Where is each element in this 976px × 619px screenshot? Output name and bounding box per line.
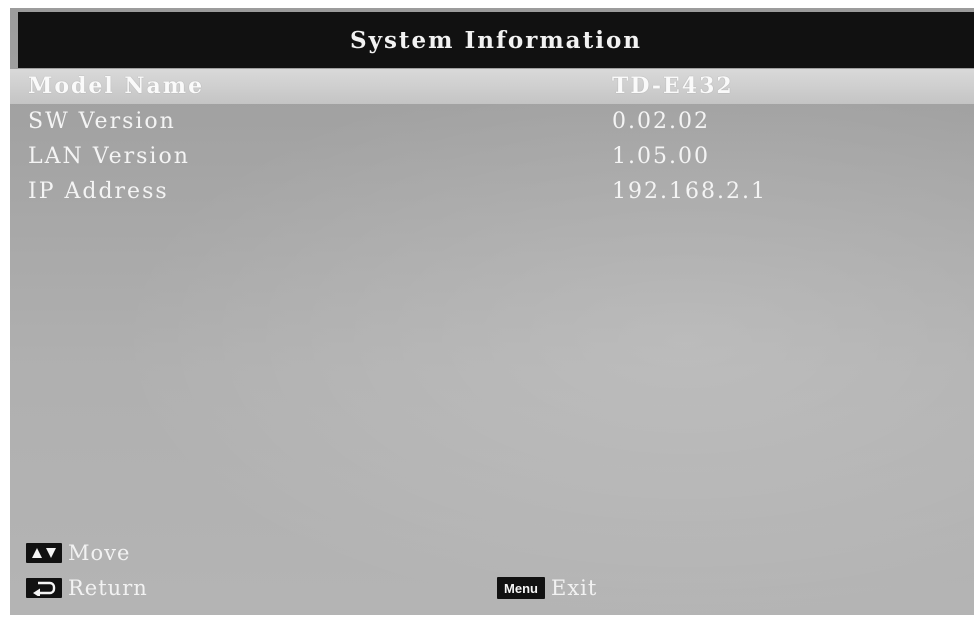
exit-hint: Menu Exit [497,573,597,603]
info-list: Model Name TD-E432 SW Version 0.02.02 LA… [10,69,974,209]
page-title: System Information [349,26,643,54]
exit-hint-label: Exit [551,576,598,600]
menu-key-icon: Menu [497,577,545,599]
info-row-label: LAN Version [28,144,190,169]
menu-title-bar: System Information [18,12,974,68]
info-row-value: 192.168.2.1 [612,179,767,204]
return-hint-label: Return [68,576,148,600]
tv-screen: System Information Model Name TD-E432 SW… [0,0,976,619]
return-arrow-icon [26,578,62,598]
move-hint: Move [26,538,130,568]
return-hint: Return [26,573,148,603]
up-down-arrows-icon [26,543,62,563]
info-row-model-name[interactable]: Model Name TD-E432 [10,69,974,104]
info-row-label: IP Address [28,179,169,204]
info-row-value: TD-E432 [612,73,734,99]
info-row-label: Model Name [28,73,205,99]
info-row-lan-version[interactable]: LAN Version 1.05.00 [10,139,974,174]
info-row-value: 1.05.00 [612,144,710,169]
info-row-sw-version[interactable]: SW Version 0.02.02 [10,104,974,139]
system-information-menu: System Information Model Name TD-E432 SW… [10,8,974,615]
info-row-value: 0.02.02 [612,109,710,134]
move-hint-label: Move [68,541,131,565]
info-row-ip-address[interactable]: IP Address 192.168.2.1 [10,174,974,209]
info-row-label: SW Version [28,109,176,134]
